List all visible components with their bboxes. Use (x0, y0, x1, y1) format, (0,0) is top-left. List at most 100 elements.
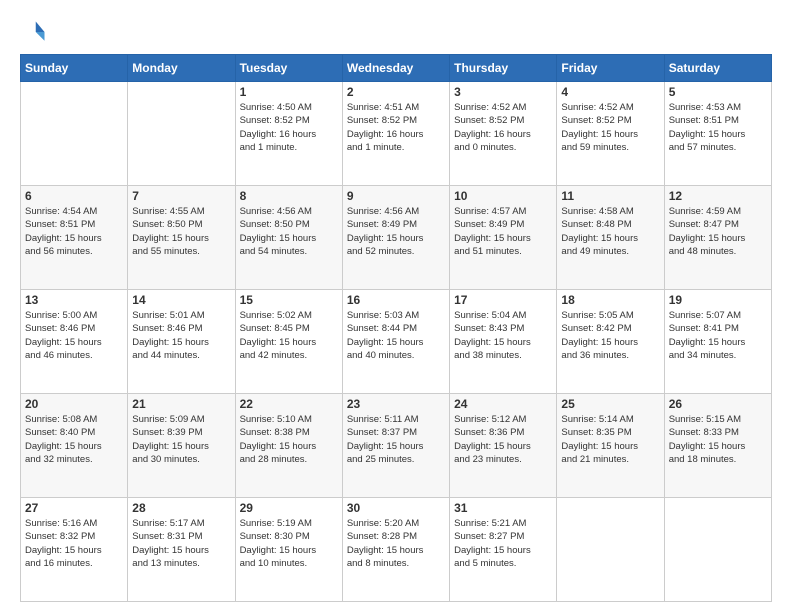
calendar-cell: 4 Sunrise: 4:52 AM Sunset: 8:52 PM Daylig… (557, 82, 664, 186)
day-info: Sunrise: 5:19 AM Sunset: 8:30 PM Dayligh… (240, 517, 338, 570)
day-info: Sunrise: 5:03 AM Sunset: 8:44 PM Dayligh… (347, 309, 445, 362)
calendar-cell: 2Sunrise: 4:51 AM Sunset: 8:52 PM Daylig… (342, 82, 449, 186)
calendar-cell: 25Sunrise: 5:14 AM Sunset: 8:35 PM Dayli… (557, 394, 664, 498)
day-number: 14 (132, 293, 230, 307)
calendar-week-2: 6 Sunrise: 4:54 AM Sunset: 8:51 PM Daylig… (21, 186, 772, 290)
calendar-cell: 10 Sunrise: 4:57 AM Sunset: 8:49 PM Dayli… (450, 186, 557, 290)
day-number: 8 (240, 189, 338, 203)
day-info: Sunrise: 4:53 AM Sunset: 8:51 PM Dayligh… (669, 101, 767, 154)
day-info: Sunrise: 5:16 AM Sunset: 8:32 PM Dayligh… (25, 517, 123, 570)
day-info: Sunrise: 4:56 AM Sunset: 8:49 PM Dayligh… (347, 205, 445, 258)
calendar-cell: 29Sunrise: 5:19 AM Sunset: 8:30 PM Dayli… (235, 498, 342, 602)
day-info: Sunrise: 4:55 AM Sunset: 8:50 PM Dayligh… (132, 205, 230, 258)
day-number: 27 (25, 501, 123, 515)
calendar-cell: 21Sunrise: 5:09 AM Sunset: 8:39 PM Dayli… (128, 394, 235, 498)
header (20, 18, 772, 46)
day-info: Sunrise: 4:54 AM Sunset: 8:51 PM Dayligh… (25, 205, 123, 258)
calendar-cell: 26 Sunrise: 5:15 AM Sunset: 8:33 PM Dayli… (664, 394, 771, 498)
logo-icon (20, 18, 48, 46)
calendar-cell: 19Sunrise: 5:07 AM Sunset: 8:41 PM Dayli… (664, 290, 771, 394)
logo (20, 18, 52, 46)
day-info: Sunrise: 4:52 AM Sunset: 8:52 PM Dayligh… (454, 101, 552, 154)
day-info: Sunrise: 5:01 AM Sunset: 8:46 PM Dayligh… (132, 309, 230, 362)
day-info: Sunrise: 5:15 AM Sunset: 8:33 PM Dayligh… (669, 413, 767, 466)
day-number: 24 (454, 397, 552, 411)
day-number: 9 (347, 189, 445, 203)
calendar-cell: 14 Sunrise: 5:01 AM Sunset: 8:46 PM Dayli… (128, 290, 235, 394)
weekday-header-monday: Monday (128, 55, 235, 82)
calendar-cell: 30Sunrise: 5:20 AM Sunset: 8:28 PM Dayli… (342, 498, 449, 602)
calendar-cell: 16 Sunrise: 5:03 AM Sunset: 8:44 PM Dayli… (342, 290, 449, 394)
calendar-cell: 15Sunrise: 5:02 AM Sunset: 8:45 PM Dayli… (235, 290, 342, 394)
day-number: 20 (25, 397, 123, 411)
calendar-cell (557, 498, 664, 602)
day-info: Sunrise: 4:51 AM Sunset: 8:52 PM Dayligh… (347, 101, 445, 154)
calendar-cell: 17Sunrise: 5:04 AM Sunset: 8:43 PM Dayli… (450, 290, 557, 394)
calendar-cell: 18 Sunrise: 5:05 AM Sunset: 8:42 PM Dayli… (557, 290, 664, 394)
day-number: 5 (669, 85, 767, 99)
calendar-cell: 22 Sunrise: 5:10 AM Sunset: 8:38 PM Dayli… (235, 394, 342, 498)
day-info: Sunrise: 5:20 AM Sunset: 8:28 PM Dayligh… (347, 517, 445, 570)
day-info: Sunrise: 5:08 AM Sunset: 8:40 PM Dayligh… (25, 413, 123, 466)
day-number: 1 (240, 85, 338, 99)
day-info: Sunrise: 5:21 AM Sunset: 8:27 PM Dayligh… (454, 517, 552, 570)
day-info: Sunrise: 5:00 AM Sunset: 8:46 PM Dayligh… (25, 309, 123, 362)
day-info: Sunrise: 5:05 AM Sunset: 8:42 PM Dayligh… (561, 309, 659, 362)
weekday-header-sunday: Sunday (21, 55, 128, 82)
day-info: Sunrise: 4:52 AM Sunset: 8:52 PM Dayligh… (561, 101, 659, 154)
calendar-cell: 13 Sunrise: 5:00 AM Sunset: 8:46 PM Dayli… (21, 290, 128, 394)
calendar-cell: 11 Sunrise: 4:58 AM Sunset: 8:48 PM Dayli… (557, 186, 664, 290)
calendar-cell: 12 Sunrise: 4:59 AM Sunset: 8:47 PM Dayli… (664, 186, 771, 290)
weekday-header-saturday: Saturday (664, 55, 771, 82)
day-info: Sunrise: 5:12 AM Sunset: 8:36 PM Dayligh… (454, 413, 552, 466)
calendar-cell: 8Sunrise: 4:56 AM Sunset: 8:50 PM Daylig… (235, 186, 342, 290)
calendar-cell: 5 Sunrise: 4:53 AM Sunset: 8:51 PM Daylig… (664, 82, 771, 186)
calendar-cell: 7 Sunrise: 4:55 AM Sunset: 8:50 PM Daylig… (128, 186, 235, 290)
calendar-cell: 31 Sunrise: 5:21 AM Sunset: 8:27 PM Dayli… (450, 498, 557, 602)
calendar-cell: 3 Sunrise: 4:52 AM Sunset: 8:52 PM Daylig… (450, 82, 557, 186)
calendar-cell: 9 Sunrise: 4:56 AM Sunset: 8:49 PM Daylig… (342, 186, 449, 290)
day-info: Sunrise: 5:10 AM Sunset: 8:38 PM Dayligh… (240, 413, 338, 466)
day-number: 26 (669, 397, 767, 411)
day-number: 11 (561, 189, 659, 203)
day-number: 23 (347, 397, 445, 411)
day-number: 31 (454, 501, 552, 515)
calendar-cell (128, 82, 235, 186)
calendar-cell: 1 Sunrise: 4:50 AM Sunset: 8:52 PM Daylig… (235, 82, 342, 186)
day-info: Sunrise: 5:14 AM Sunset: 8:35 PM Dayligh… (561, 413, 659, 466)
day-info: Sunrise: 4:57 AM Sunset: 8:49 PM Dayligh… (454, 205, 552, 258)
calendar-cell: 27 Sunrise: 5:16 AM Sunset: 8:32 PM Dayli… (21, 498, 128, 602)
day-info: Sunrise: 5:02 AM Sunset: 8:45 PM Dayligh… (240, 309, 338, 362)
calendar-week-4: 20 Sunrise: 5:08 AM Sunset: 8:40 PM Dayli… (21, 394, 772, 498)
calendar-week-5: 27 Sunrise: 5:16 AM Sunset: 8:32 PM Dayli… (21, 498, 772, 602)
day-info: Sunrise: 5:17 AM Sunset: 8:31 PM Dayligh… (132, 517, 230, 570)
day-number: 12 (669, 189, 767, 203)
day-info: Sunrise: 4:58 AM Sunset: 8:48 PM Dayligh… (561, 205, 659, 258)
calendar-cell: 24 Sunrise: 5:12 AM Sunset: 8:36 PM Dayli… (450, 394, 557, 498)
day-number: 10 (454, 189, 552, 203)
day-number: 13 (25, 293, 123, 307)
day-number: 3 (454, 85, 552, 99)
day-number: 17 (454, 293, 552, 307)
day-number: 28 (132, 501, 230, 515)
day-info: Sunrise: 5:09 AM Sunset: 8:39 PM Dayligh… (132, 413, 230, 466)
weekday-header-wednesday: Wednesday (342, 55, 449, 82)
calendar-cell (21, 82, 128, 186)
calendar-cell: 28 Sunrise: 5:17 AM Sunset: 8:31 PM Dayli… (128, 498, 235, 602)
calendar-cell: 20 Sunrise: 5:08 AM Sunset: 8:40 PM Dayli… (21, 394, 128, 498)
calendar-week-1: 1 Sunrise: 4:50 AM Sunset: 8:52 PM Daylig… (21, 82, 772, 186)
weekday-header-thursday: Thursday (450, 55, 557, 82)
weekday-header-friday: Friday (557, 55, 664, 82)
calendar-table: SundayMondayTuesdayWednesdayThursdayFrid… (20, 54, 772, 602)
day-number: 16 (347, 293, 445, 307)
day-info: Sunrise: 4:59 AM Sunset: 8:47 PM Dayligh… (669, 205, 767, 258)
day-number: 18 (561, 293, 659, 307)
day-info: Sunrise: 5:07 AM Sunset: 8:41 PM Dayligh… (669, 309, 767, 362)
day-info: Sunrise: 5:11 AM Sunset: 8:37 PM Dayligh… (347, 413, 445, 466)
day-number: 4 (561, 85, 659, 99)
calendar-cell: 6 Sunrise: 4:54 AM Sunset: 8:51 PM Daylig… (21, 186, 128, 290)
day-info: Sunrise: 4:50 AM Sunset: 8:52 PM Dayligh… (240, 101, 338, 154)
day-number: 6 (25, 189, 123, 203)
day-number: 22 (240, 397, 338, 411)
day-number: 7 (132, 189, 230, 203)
